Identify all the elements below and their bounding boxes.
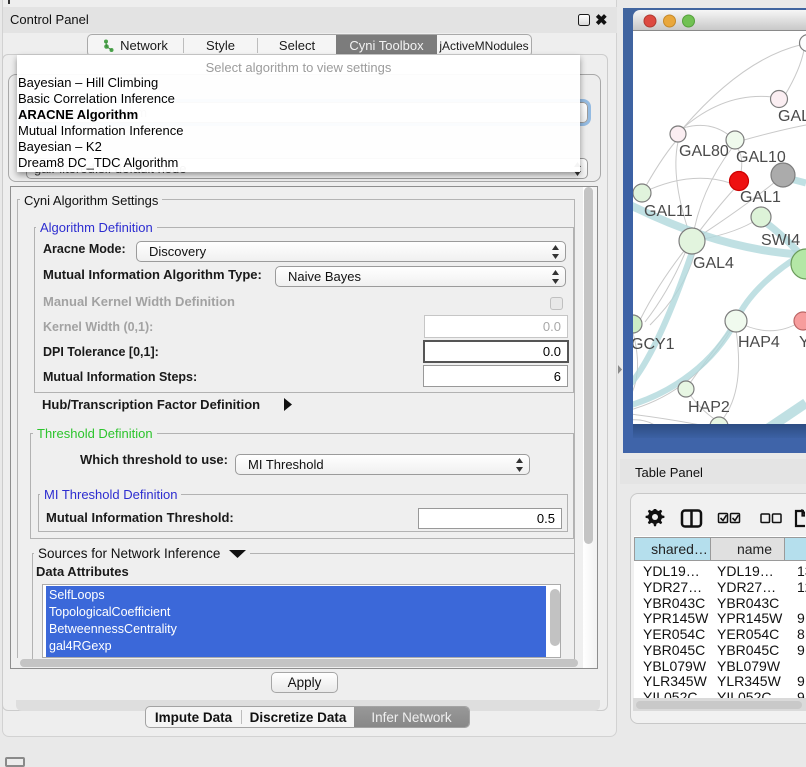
svg-text:GCY1: GCY1	[633, 336, 675, 353]
svg-text:GAL11: GAL11	[644, 203, 693, 220]
svg-text:GAL10: GAL10	[736, 149, 786, 166]
svg-text:HAP2: HAP2	[688, 399, 730, 416]
svg-text:GAL2: GAL2	[778, 108, 806, 125]
svg-text:GAL4: GAL4	[693, 255, 734, 272]
svg-text:GAL1: GAL1	[740, 189, 781, 206]
svg-text:SWI4: SWI4	[761, 232, 800, 249]
svg-text:YP: YP	[799, 334, 806, 351]
svg-text:GAL80: GAL80	[679, 143, 729, 160]
svg-text:HAP4: HAP4	[738, 334, 780, 351]
